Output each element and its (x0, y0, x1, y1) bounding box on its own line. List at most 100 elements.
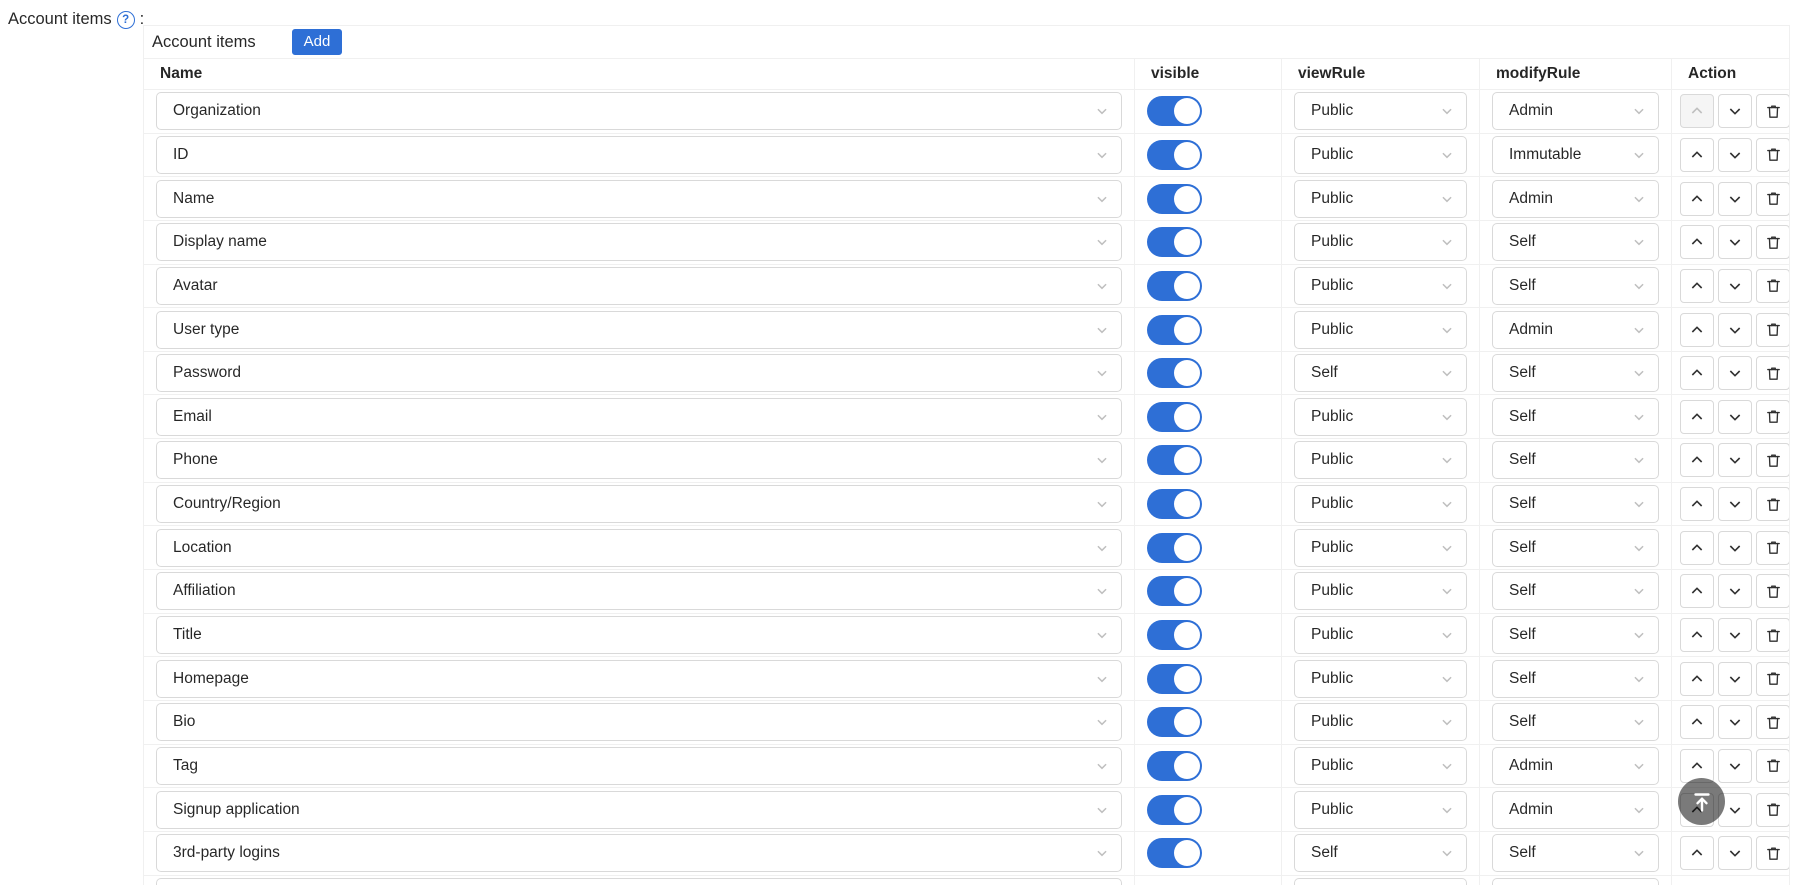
move-down-button[interactable] (1718, 574, 1752, 608)
move-down-button[interactable] (1718, 225, 1752, 259)
delete-button[interactable] (1756, 225, 1790, 259)
name-select[interactable]: Title (156, 616, 1122, 654)
add-button[interactable]: Add (292, 29, 343, 55)
viewrule-select[interactable]: Public (1294, 180, 1467, 218)
modifyrule-select[interactable]: Self (1492, 441, 1659, 479)
visible-switch[interactable] (1147, 445, 1202, 475)
visible-switch[interactable] (1147, 707, 1202, 737)
move-down-button[interactable] (1718, 836, 1752, 870)
visible-switch[interactable] (1147, 358, 1202, 388)
delete-button[interactable] (1756, 793, 1790, 827)
move-down-button[interactable] (1718, 662, 1752, 696)
viewrule-select[interactable]: Public (1294, 660, 1467, 698)
delete-button[interactable] (1756, 836, 1790, 870)
modifyrule-select[interactable]: Self (1492, 660, 1659, 698)
delete-button[interactable] (1756, 94, 1790, 128)
move-down-button[interactable] (1718, 443, 1752, 477)
move-up-button[interactable] (1680, 356, 1714, 390)
viewrule-select[interactable]: Public (1294, 441, 1467, 479)
viewrule-select[interactable]: Self (1294, 834, 1467, 872)
move-up-button[interactable] (1680, 269, 1714, 303)
viewrule-select[interactable]: Public (1294, 136, 1467, 174)
visible-switch[interactable] (1147, 96, 1202, 126)
name-select[interactable]: Avatar (156, 267, 1122, 305)
move-up-button[interactable] (1680, 225, 1714, 259)
delete-button[interactable] (1756, 138, 1790, 172)
modifyrule-select[interactable]: Self (1492, 572, 1659, 610)
name-select[interactable]: Password (156, 354, 1122, 392)
viewrule-select[interactable]: Public (1294, 703, 1467, 741)
modifyrule-select[interactable]: Self (1492, 703, 1659, 741)
move-up-button[interactable] (1680, 443, 1714, 477)
viewrule-select[interactable]: Public (1294, 572, 1467, 610)
move-down-button[interactable] (1718, 749, 1752, 783)
move-up-button[interactable] (1680, 487, 1714, 521)
move-down-button[interactable] (1718, 618, 1752, 652)
viewrule-select[interactable] (1294, 878, 1467, 885)
move-up-button[interactable] (1680, 662, 1714, 696)
move-up-button[interactable] (1680, 400, 1714, 434)
move-down-button[interactable] (1718, 705, 1752, 739)
move-down-button[interactable] (1718, 313, 1752, 347)
viewrule-select[interactable]: Public (1294, 223, 1467, 261)
viewrule-select[interactable]: Self (1294, 354, 1467, 392)
delete-button[interactable] (1756, 443, 1790, 477)
visible-switch[interactable] (1147, 751, 1202, 781)
move-down-button[interactable] (1718, 138, 1752, 172)
viewrule-select[interactable]: Public (1294, 616, 1467, 654)
move-up-button[interactable] (1680, 705, 1714, 739)
viewrule-select[interactable]: Public (1294, 311, 1467, 349)
name-select[interactable]: Bio (156, 703, 1122, 741)
modifyrule-select[interactable]: Self (1492, 616, 1659, 654)
viewrule-select[interactable]: Public (1294, 529, 1467, 567)
delete-button[interactable] (1756, 182, 1790, 216)
delete-button[interactable] (1756, 662, 1790, 696)
delete-button[interactable] (1756, 574, 1790, 608)
delete-button[interactable] (1756, 749, 1790, 783)
name-select[interactable]: ID (156, 136, 1122, 174)
visible-switch[interactable] (1147, 227, 1202, 257)
delete-button[interactable] (1756, 269, 1790, 303)
move-down-button[interactable] (1718, 356, 1752, 390)
back-to-top-button[interactable] (1678, 778, 1725, 825)
move-up-button[interactable] (1680, 182, 1714, 216)
name-select[interactable]: Display name (156, 223, 1122, 261)
viewrule-select[interactable]: Public (1294, 398, 1467, 436)
modifyrule-select[interactable]: Self (1492, 223, 1659, 261)
viewrule-select[interactable]: Public (1294, 747, 1467, 785)
name-select[interactable]: Phone (156, 441, 1122, 479)
modifyrule-select[interactable]: Self (1492, 398, 1659, 436)
move-down-button[interactable] (1718, 400, 1752, 434)
name-select[interactable]: Tag (156, 747, 1122, 785)
move-down-button[interactable] (1718, 94, 1752, 128)
visible-switch[interactable] (1147, 664, 1202, 694)
name-select[interactable]: Signup application (156, 791, 1122, 829)
visible-switch[interactable] (1147, 838, 1202, 868)
name-select[interactable]: Organization (156, 92, 1122, 130)
viewrule-select[interactable]: Public (1294, 791, 1467, 829)
visible-switch[interactable] (1147, 184, 1202, 214)
delete-button[interactable] (1756, 487, 1790, 521)
delete-button[interactable] (1756, 400, 1790, 434)
modifyrule-select[interactable]: Admin (1492, 180, 1659, 218)
move-down-button[interactable] (1718, 487, 1752, 521)
modifyrule-select[interactable]: Admin (1492, 92, 1659, 130)
modifyrule-select[interactable]: Self (1492, 529, 1659, 567)
move-down-button[interactable] (1718, 531, 1752, 565)
move-up-button[interactable] (1680, 836, 1714, 870)
modifyrule-select[interactable]: Self (1492, 834, 1659, 872)
modifyrule-select[interactable]: Self (1492, 485, 1659, 523)
visible-switch[interactable] (1147, 576, 1202, 606)
move-up-button[interactable] (1680, 618, 1714, 652)
move-up-button[interactable] (1680, 574, 1714, 608)
viewrule-select[interactable]: Public (1294, 267, 1467, 305)
visible-switch[interactable] (1147, 620, 1202, 650)
modifyrule-select[interactable]: Immutable (1492, 136, 1659, 174)
modifyrule-select[interactable]: Self (1492, 267, 1659, 305)
delete-button[interactable] (1756, 356, 1790, 390)
name-select[interactable]: Affiliation (156, 572, 1122, 610)
modifyrule-select[interactable] (1492, 878, 1659, 885)
name-select[interactable]: Location (156, 529, 1122, 567)
move-down-button[interactable] (1718, 182, 1752, 216)
name-select[interactable]: Email (156, 398, 1122, 436)
